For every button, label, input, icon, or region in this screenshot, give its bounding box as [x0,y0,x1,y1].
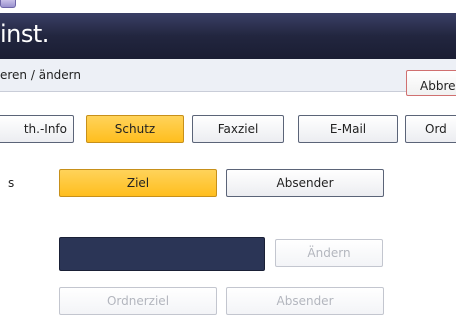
page-title: inst. [0,20,49,48]
row-label: s [8,176,15,190]
window-tab-icon [0,0,16,8]
tab-faxziel[interactable]: Faxziel [192,115,284,143]
absender-option-button[interactable]: Absender [226,169,384,197]
sender-button[interactable]: Absender [226,287,384,315]
tab-schutz[interactable]: Schutz [86,115,184,143]
tab-ordner[interactable]: Ord [405,115,456,143]
tab-auth-info[interactable]: th.-Info [0,115,74,143]
change-button[interactable]: Ändern [275,239,383,267]
sub-header-text: eren / ändern [0,68,81,82]
tab-email[interactable]: E-Mail [298,115,398,143]
sub-header-bar: eren / ändern [0,59,456,92]
cancel-button[interactable]: Abbre [406,70,456,96]
title-bar: inst. [0,13,456,59]
ziel-option-button[interactable]: Ziel [59,169,217,197]
protected-value-field[interactable] [59,237,265,271]
folder-destination-button[interactable]: Ordnerziel [59,287,217,315]
dialog-panel: inst. eren / ändern Abbre th.-Info Schut… [0,13,456,325]
